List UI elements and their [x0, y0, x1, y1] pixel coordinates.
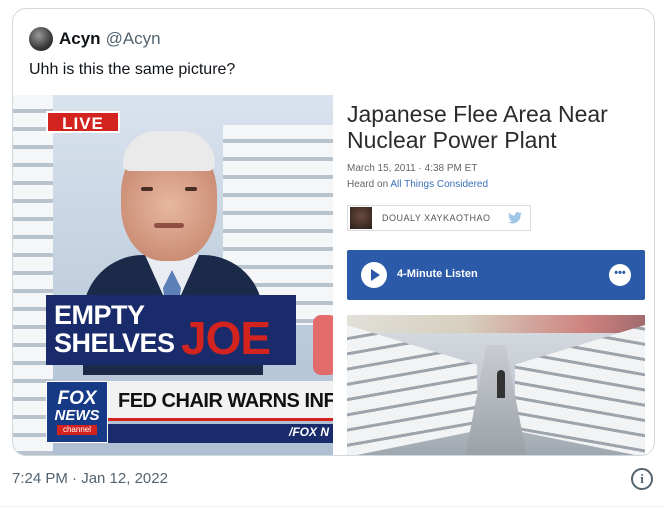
background-person	[313, 315, 333, 375]
more-options-icon[interactable]: •••	[609, 264, 631, 286]
article-date: March 15, 2011 · 4:38 PM ET	[347, 163, 478, 174]
byline: DOUALY XAYKAOTHAO	[347, 205, 531, 231]
store-shelves-right	[515, 325, 645, 455]
avatar[interactable]	[29, 27, 53, 51]
shopper	[497, 370, 505, 398]
fox-news-screenshot[interactable]: LIVE EMPTY SHELVES JOE FOX NEWS channel …	[13, 95, 333, 455]
ticker-small-logo: /FOX N	[288, 425, 329, 439]
article-heard-on: Heard on All Things Considered	[347, 179, 488, 190]
tweet-media[interactable]: LIVE EMPTY SHELVES JOE FOX NEWS channel …	[13, 95, 654, 455]
author-name[interactable]: Acyn	[59, 29, 101, 49]
lower-third-line1: EMPTY	[54, 300, 145, 330]
tweet-card[interactable]: Acyn @Acyn Uhh is this the same picture?…	[12, 8, 655, 456]
store-signs	[347, 315, 645, 333]
eye	[185, 187, 197, 191]
info-icon[interactable]: i	[631, 468, 653, 490]
fox-news-logo: FOX NEWS channel	[46, 381, 108, 443]
author-handle[interactable]: @Acyn	[106, 29, 161, 49]
heard-on-program: All Things Considered	[390, 179, 489, 190]
ticker-bottom-bar: /FOX N	[108, 424, 333, 443]
play-icon[interactable]	[361, 262, 387, 288]
tweet-author[interactable]: Acyn @Acyn	[29, 25, 161, 53]
listen-label: 4-Minute Listen	[397, 268, 478, 280]
npr-article-screenshot[interactable]: Japanese Flee Area Near Nuclear Power Pl…	[335, 95, 654, 455]
logo-news: NEWS	[54, 407, 100, 424]
lower-third-highlight: JOE	[181, 312, 271, 364]
eye	[141, 187, 153, 191]
mouth	[154, 223, 184, 228]
tweet-text: Uhh is this the same picture?	[29, 61, 236, 78]
news-ticker: FED CHAIR WARNS INFLA	[108, 381, 333, 421]
article-title: Japanese Flee Area Near Nuclear Power Pl…	[347, 101, 608, 153]
live-badge: LIVE	[46, 111, 120, 133]
divider	[0, 506, 665, 507]
lower-third-text: EMPTY SHELVES	[54, 301, 175, 357]
logo-channel: channel	[56, 425, 98, 435]
store-shelves-left	[347, 325, 477, 455]
lower-third-line2: SHELVES	[54, 328, 175, 358]
byline-avatar	[350, 207, 372, 229]
hair	[123, 131, 215, 171]
byline-name: DOUALY XAYKAOTHAO	[382, 213, 491, 223]
empty-store-photo	[347, 315, 645, 455]
tweet-timestamp[interactable]: 7:24 PM · Jan 12, 2022	[12, 470, 168, 487]
logo-fox: FOX	[57, 388, 97, 409]
twitter-bird-icon	[508, 212, 522, 224]
heard-on-prefix: Heard on	[347, 179, 389, 190]
audio-listen-bar[interactable]: 4-Minute Listen •••	[347, 250, 645, 300]
